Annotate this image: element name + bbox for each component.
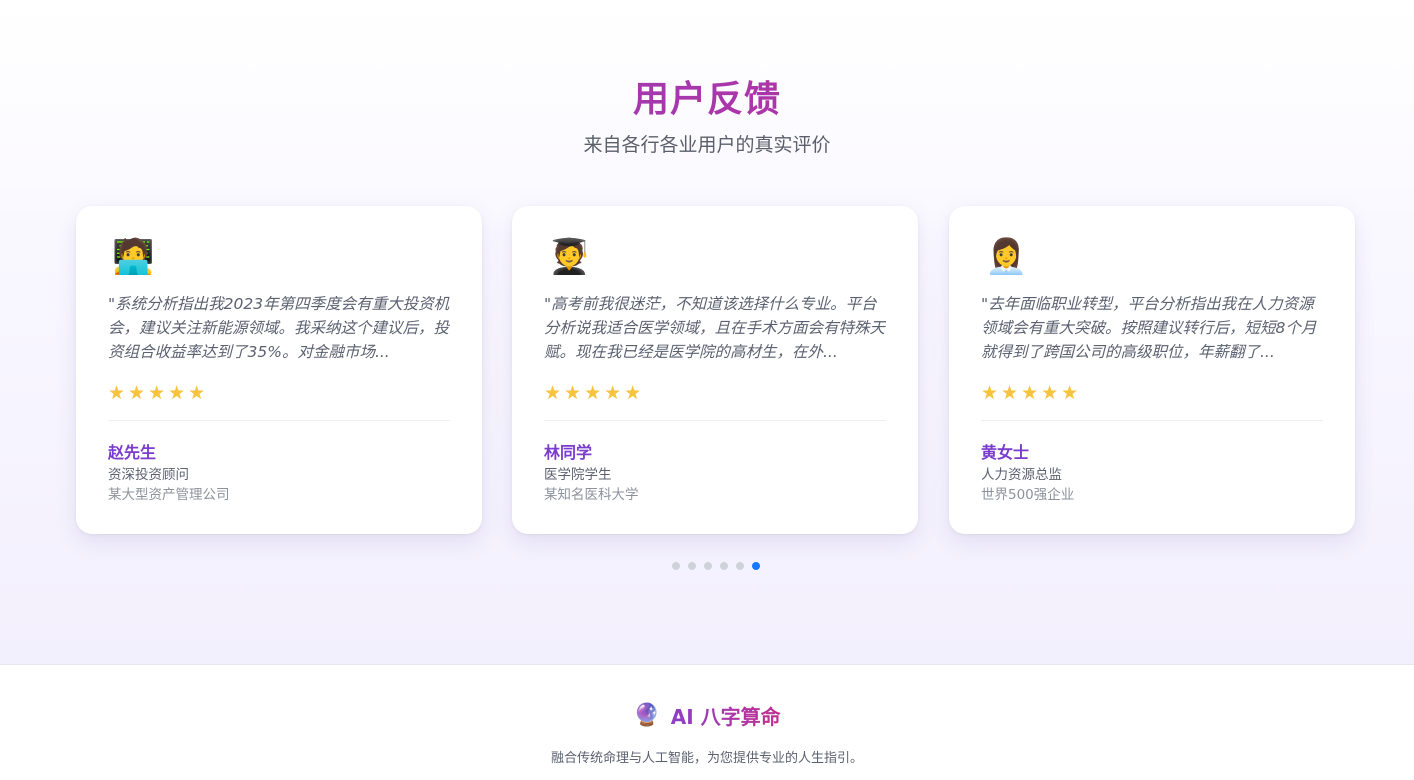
testimonial-card: 🧑‍💻 "系统分析指出我2023年第四季度会有重大投资机会，建议关注新能源领域。… <box>76 206 482 534</box>
graduate-avatar-icon: 🧑‍🎓 <box>548 237 591 277</box>
testimonial-carousel: 🧑‍💻 "系统分析指出我2023年第四季度会有重大投资机会，建议关注新能源领域。… <box>76 206 1356 534</box>
section-title: 用户反馈 <box>0 70 1414 122</box>
carousel-dot-3[interactable] <box>704 562 712 570</box>
star-icon: ★★★★★ <box>981 382 1082 404</box>
reviewer-name: 赵先生 <box>108 443 157 462</box>
brand-name: AI 八字算命 <box>671 701 781 730</box>
crystal-ball-icon: 🔮 <box>633 702 661 728</box>
office-worker-avatar-icon: 👩‍💼 <box>985 237 1028 277</box>
testimonial-card: 🧑‍🎓 "高考前我很迷茫，不知道该选择什么专业。平台分析说我适合医学领域，且在手… <box>512 206 918 534</box>
rating-stars: ★★★★★ <box>981 382 1081 404</box>
carousel-dot-2[interactable] <box>688 562 696 570</box>
reviewer-organization: 世界500强企业 <box>981 487 1075 503</box>
testimonial-card: 👩‍💼 "去年面临职业转型，平台分析指出我在人力资源领域会有重大突破。按照建议转… <box>949 206 1355 534</box>
testimonials-section: 用户反馈 来自各行各业用户的真实评价 🧑‍💻 "系统分析指出我2023年第四季度… <box>0 0 1414 664</box>
star-icon: ★★★★★ <box>108 382 209 404</box>
card-divider <box>108 420 450 421</box>
technologist-avatar-icon: 🧑‍💻 <box>112 237 155 277</box>
footer-tagline: 融合传统命理与人工智能，为您提供专业的人生指引。 <box>550 751 863 766</box>
site-footer: 🔮 AI 八字算命 融合传统命理与人工智能，为您提供专业的人生指引。 <box>0 664 1414 780</box>
rating-stars: ★★★★★ <box>108 382 208 404</box>
testimonial-quote: "系统分析指出我2023年第四季度会有重大投资机会，建议关注新能源领域。我采纳这… <box>108 295 450 361</box>
rating-stars: ★★★★★ <box>544 382 644 404</box>
reviewer-organization: 某知名医科大学 <box>544 487 639 503</box>
reviewer-role: 医学院学生 <box>544 467 612 483</box>
carousel-dot-6-active[interactable] <box>752 562 760 570</box>
testimonial-quote: "高考前我很迷茫，不知道该选择什么专业。平台分析说我适合医学领域，且在手术方面会… <box>544 295 886 361</box>
carousel-pagination <box>672 562 760 570</box>
reviewer-role: 资深投资顾问 <box>108 467 189 483</box>
testimonial-quote: "去年面临职业转型，平台分析指出我在人力资源领域会有重大突破。按照建议转行后，短… <box>981 295 1317 361</box>
reviewer-name: 林同学 <box>544 443 593 462</box>
carousel-dot-5[interactable] <box>736 562 744 570</box>
footer-brand[interactable]: 🔮 AI 八字算命 <box>0 701 1414 730</box>
star-icon: ★★★★★ <box>544 382 645 404</box>
card-divider <box>544 420 886 421</box>
carousel-dot-1[interactable] <box>672 562 680 570</box>
carousel-dot-4[interactable] <box>720 562 728 570</box>
reviewer-role: 人力资源总监 <box>981 467 1062 483</box>
reviewer-organization: 某大型资产管理公司 <box>108 487 230 503</box>
section-subtitle: 来自各行各业用户的真实评价 <box>583 134 831 156</box>
card-divider <box>981 420 1323 421</box>
reviewer-name: 黄女士 <box>981 443 1030 462</box>
